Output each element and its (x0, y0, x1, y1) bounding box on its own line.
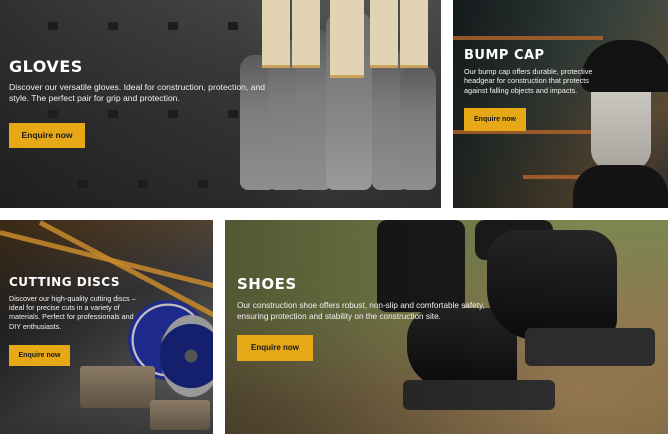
product-tag (400, 0, 428, 68)
gloves-content: GLOVES Discover our versatile gloves. Id… (9, 57, 277, 148)
shoes-description: Our construction shoe offers robust, non… (237, 301, 485, 321)
warehouse-shelf (453, 36, 603, 40)
brick-image (80, 366, 155, 408)
product-tag (370, 0, 398, 68)
pegboard-holes (18, 22, 238, 34)
bump-cap-enquire-button[interactable]: Enquire now (464, 107, 526, 131)
product-tile-shoes: SHOES Our construction shoe offers robus… (225, 220, 668, 434)
gloves-enquire-button[interactable]: Enquire now (9, 123, 85, 148)
bump-cap-description: Our bump cap offers durable, protective … (464, 67, 593, 95)
brick-image (150, 400, 210, 430)
glove-image (400, 65, 436, 190)
gloves-description: Discover our versatile gloves. Ideal for… (9, 82, 266, 103)
product-tile-bump-cap: BUMP CAP Our bump cap offers durable, pr… (453, 0, 668, 208)
product-tile-gloves: GLOVES Discover our versatile gloves. Id… (0, 0, 441, 208)
cutting-disc-image (160, 315, 213, 397)
shoes-enquire-button[interactable]: Enquire now (237, 335, 313, 361)
product-tile-cutting-discs: CUTTING DISCS Discover our high-quality … (0, 220, 213, 434)
product-tag (330, 0, 364, 78)
cutting-discs-title: CUTTING DISCS (9, 275, 120, 289)
gloves-title: GLOVES (9, 57, 83, 76)
bump-cap-title: BUMP CAP (464, 48, 545, 63)
bump-cap-content: BUMP CAP Our bump cap offers durable, pr… (464, 48, 599, 131)
cutting-discs-description: Discover our high-quality cutting discs … (9, 294, 136, 331)
shoes-title: SHOES (237, 275, 297, 293)
mannequin-shirt (573, 165, 668, 208)
product-tag (292, 0, 320, 68)
cutting-discs-enquire-button[interactable]: Enquire now (9, 344, 70, 366)
pegboard-holes (18, 180, 238, 192)
cutting-discs-content: CUTTING DISCS Discover our high-quality … (9, 275, 139, 366)
shoes-content: SHOES Our construction shoe offers robus… (237, 275, 487, 361)
